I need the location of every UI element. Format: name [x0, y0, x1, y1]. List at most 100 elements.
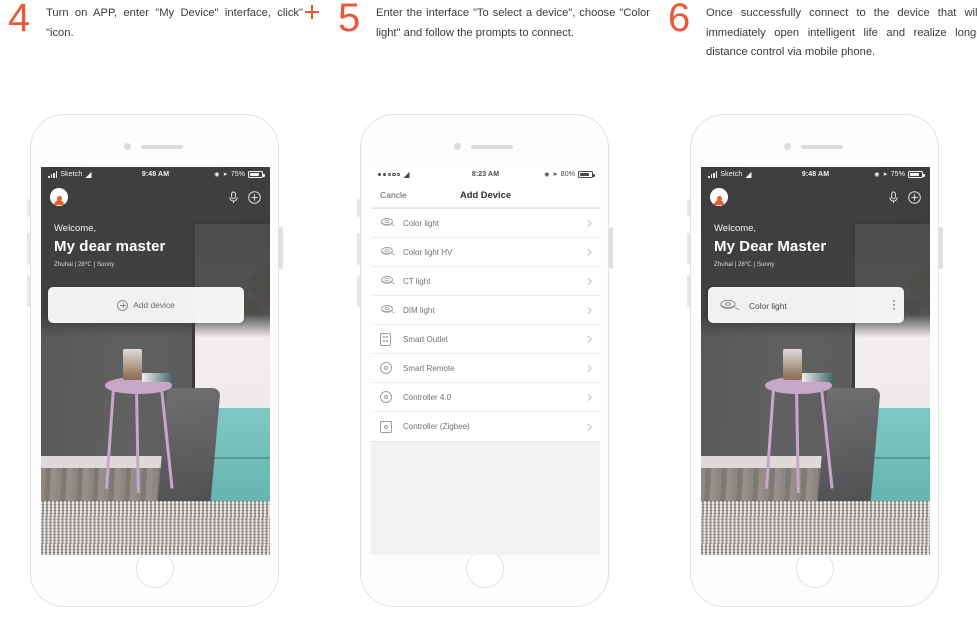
list-item-label: CT light: [403, 276, 431, 286]
chevron-right-icon: [584, 423, 591, 430]
earpiece-speaker: [141, 145, 183, 149]
mute-switch[interactable]: [26, 199, 30, 217]
step-text-after: "icon.: [46, 26, 74, 39]
home-button[interactable]: [795, 550, 834, 588]
home-top-bar-1: [41, 182, 270, 212]
carrier-label: Sketch: [720, 171, 743, 178]
plus-circle-icon[interactable]: [908, 190, 921, 204]
battery-percent-label: 75%: [230, 171, 246, 178]
step-header-4: 4 Turn on APP, enter "My Device" interfa…: [6, 0, 324, 96]
step-description-6: Once successfully connect to the device …: [706, 7, 977, 58]
plus-icon: [303, 5, 320, 19]
home-button[interactable]: [135, 550, 174, 588]
add-device-label: Add device: [133, 300, 175, 310]
outlet-icon: [380, 332, 395, 346]
chevron-right-icon: [584, 364, 591, 372]
welcome-block-3: Welcome, My Dear Master Zhuhai | 28℃ | S…: [714, 222, 826, 271]
chevron-right-icon: [584, 335, 591, 343]
volume-up-button[interactable]: [356, 233, 360, 265]
controller-square-icon: [380, 420, 395, 434]
home-top-bar-3: [701, 182, 930, 212]
navigation-bar: Cancle Add Device: [371, 182, 600, 208]
volume-down-button[interactable]: [26, 275, 30, 307]
phone-mockup-3: Sketch ◢ 9:48 AM ◉ ➤ 75% Welcome, My Dea…: [686, 114, 943, 607]
step-column-6: 6 Once successfully connect to the devic…: [666, 0, 977, 628]
weather-meta: Zhuhai | 28℃ | Sunny: [714, 261, 775, 268]
earpiece-speaker: [801, 145, 843, 149]
list-item[interactable]: CT light: [371, 267, 600, 296]
earpiece-speaker: [471, 145, 513, 149]
plus-circle-icon[interactable]: [248, 190, 261, 204]
alarm-icon: ◉: [874, 172, 880, 178]
chevron-right-icon: [584, 219, 591, 227]
signal-bars-icon: [708, 171, 718, 178]
welcome-greeting: Welcome,: [54, 223, 97, 234]
step-number-5: 5: [338, 0, 361, 40]
step-description-5: Enter the interface "To select a device"…: [376, 7, 650, 39]
mute-switch[interactable]: [686, 199, 690, 217]
front-camera-icon: [124, 143, 131, 150]
list-item[interactable]: Color light: [371, 209, 600, 238]
clock-label: 9:48 AM: [801, 171, 830, 178]
volume-down-button[interactable]: [356, 275, 360, 307]
home-button[interactable]: [465, 550, 504, 588]
battery-percent-label: 75%: [890, 171, 906, 178]
volume-up-button[interactable]: [26, 233, 30, 265]
front-camera-icon: [784, 143, 791, 150]
cancel-button[interactable]: Cancle: [380, 190, 407, 200]
phone-screen-1: Sketch ◢ 9:48 AM ◉ ➤ 75% Welcome, My dea…: [41, 167, 270, 555]
welcome-greeting: Welcome,: [714, 223, 757, 234]
remote-circle-icon: [380, 361, 395, 375]
add-device-card[interactable]: Add device: [48, 287, 244, 323]
step-column-5: 5 Enter the interface "To select a devic…: [336, 0, 654, 628]
power-button[interactable]: [609, 227, 613, 269]
user-avatar-icon[interactable]: [710, 188, 728, 206]
power-button[interactable]: [279, 227, 283, 269]
list-item-label: DIM light: [403, 305, 435, 315]
list-item[interactable]: Color light HV: [371, 238, 600, 267]
battery-icon: [248, 171, 265, 178]
instruction-page: 4 Turn on APP, enter "My Device" interfa…: [0, 0, 977, 628]
chevron-right-icon: [584, 306, 591, 314]
home-screen-3: Sketch ◢ 9:48 AM ◉ ➤ 75% Welcome, My Dea…: [701, 167, 930, 555]
step-number-6: 6: [668, 0, 691, 40]
volume-down-button[interactable]: [686, 275, 690, 307]
list-item[interactable]: DIM light: [371, 296, 600, 325]
list-item[interactable]: Smart Outlet: [371, 325, 600, 354]
alarm-icon: ◉: [544, 172, 550, 178]
led-strip-icon: [380, 216, 395, 230]
signal-dots-icon: [378, 172, 401, 177]
step-header-5: 5 Enter the interface "To select a devic…: [336, 0, 654, 96]
user-avatar-icon[interactable]: [50, 188, 68, 206]
status-bar-2: ◢ 8:23 AM ◉ ➤ 80%: [371, 167, 600, 182]
microphone-icon[interactable]: [228, 191, 239, 204]
volume-up-button[interactable]: [686, 233, 690, 265]
led-strip-icon: [719, 299, 741, 312]
welcome-username: My dear master: [54, 238, 166, 255]
list-item[interactable]: Controller 4.0: [371, 383, 600, 412]
more-vertical-icon[interactable]: [893, 299, 895, 311]
clock-label: 9:48 AM: [141, 171, 170, 178]
welcome-block-1: Welcome, My dear master Zhuhai | 28℃ | S…: [54, 222, 165, 271]
battery-icon: [578, 171, 595, 178]
remote-circle-icon: [380, 390, 395, 404]
alarm-icon: ◉: [214, 172, 220, 178]
step-header-6: 6 Once successfully connect to the devic…: [666, 0, 977, 96]
list-item[interactable]: Controller (Zigbee): [371, 412, 600, 441]
device-card-label: Color light: [749, 301, 787, 311]
list-item-label: Color light HV: [403, 247, 453, 257]
add-device-screen: ◢ 8:23 AM ◉ ➤ 80% Cancle Add Device Colo…: [371, 167, 600, 555]
step-text-before: Turn on APP, enter "My Device" interface…: [46, 7, 303, 19]
mute-switch[interactable]: [356, 199, 360, 217]
signal-bars-icon: [48, 171, 58, 178]
device-card-color-light[interactable]: Color light: [708, 287, 904, 323]
location-icon: ➤: [222, 172, 228, 178]
microphone-icon[interactable]: [888, 191, 899, 204]
power-button[interactable]: [939, 227, 943, 269]
list-item[interactable]: Smart Remote: [371, 354, 600, 383]
led-strip-icon: [380, 303, 395, 317]
wifi-icon: ◢: [745, 169, 752, 179]
home-screen-1: Sketch ◢ 9:48 AM ◉ ➤ 75% Welcome, My dea…: [41, 167, 270, 555]
carrier-label: Sketch: [60, 171, 83, 178]
list-item-label: Smart Remote: [403, 363, 455, 373]
